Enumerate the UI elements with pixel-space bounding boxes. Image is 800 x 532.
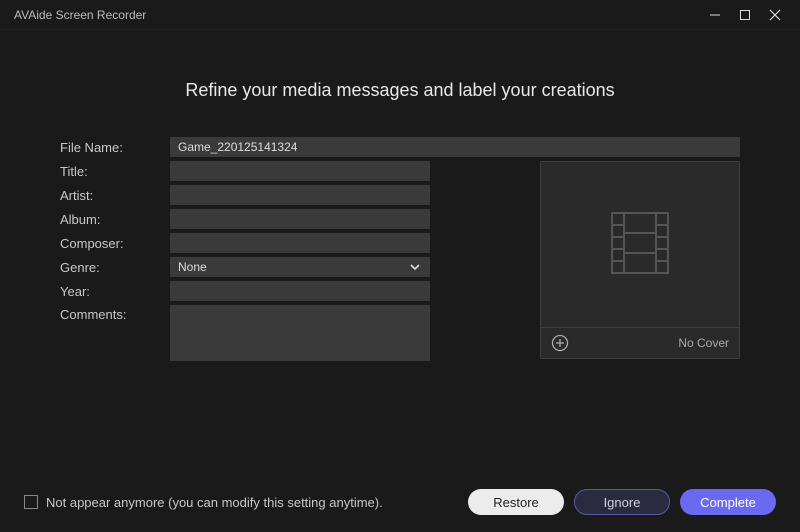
filename-row: File Name:: [60, 137, 740, 157]
film-icon: [600, 203, 680, 286]
genre-value: None: [178, 260, 207, 274]
chevron-down-icon: [408, 260, 422, 274]
maximize-button[interactable]: [730, 0, 760, 30]
title-row: Title:: [60, 161, 522, 181]
album-label: Album:: [60, 210, 170, 229]
content-area: Refine your media messages and label you…: [0, 30, 800, 365]
not-appear-checkbox-wrap[interactable]: Not appear anymore (you can modify this …: [24, 495, 458, 510]
year-label: Year:: [60, 282, 170, 301]
comments-row: Comments:: [60, 305, 522, 361]
genre-label: Genre:: [60, 258, 170, 277]
cover-footer: No Cover: [541, 328, 739, 358]
form-area: Title: Artist: Album: Composer: Genre: N…: [60, 161, 740, 365]
ignore-button[interactable]: Ignore: [574, 489, 670, 515]
artist-label: Artist:: [60, 186, 170, 205]
filename-label: File Name:: [60, 138, 170, 157]
composer-label: Composer:: [60, 234, 170, 253]
composer-row: Composer:: [60, 233, 522, 253]
artist-input[interactable]: [170, 185, 430, 205]
add-cover-button[interactable]: [551, 334, 569, 352]
year-row: Year:: [60, 281, 522, 301]
album-input[interactable]: [170, 209, 430, 229]
year-input[interactable]: [170, 281, 430, 301]
filename-input[interactable]: [170, 137, 740, 157]
form-fields: Title: Artist: Album: Composer: Genre: N…: [60, 161, 522, 365]
titlebar: AVAide Screen Recorder: [0, 0, 800, 30]
close-button[interactable]: [760, 0, 790, 30]
artist-row: Artist:: [60, 185, 522, 205]
genre-row: Genre: None: [60, 257, 522, 277]
genre-select[interactable]: None: [170, 257, 430, 277]
cover-panel: No Cover: [540, 161, 740, 359]
album-row: Album:: [60, 209, 522, 229]
comments-input[interactable]: [170, 305, 430, 361]
title-label: Title:: [60, 162, 170, 181]
complete-button[interactable]: Complete: [680, 489, 776, 515]
app-title: AVAide Screen Recorder: [14, 8, 700, 22]
not-appear-label: Not appear anymore (you can modify this …: [46, 495, 383, 510]
minimize-button[interactable]: [700, 0, 730, 30]
title-input[interactable]: [170, 161, 430, 181]
bottom-bar: Not appear anymore (you can modify this …: [0, 472, 800, 532]
composer-input[interactable]: [170, 233, 430, 253]
restore-button[interactable]: Restore: [468, 489, 564, 515]
comments-label: Comments:: [60, 305, 170, 324]
not-appear-checkbox[interactable]: [24, 495, 38, 509]
page-heading: Refine your media messages and label you…: [60, 80, 740, 101]
no-cover-text: No Cover: [678, 336, 729, 350]
cover-display: [541, 162, 739, 328]
